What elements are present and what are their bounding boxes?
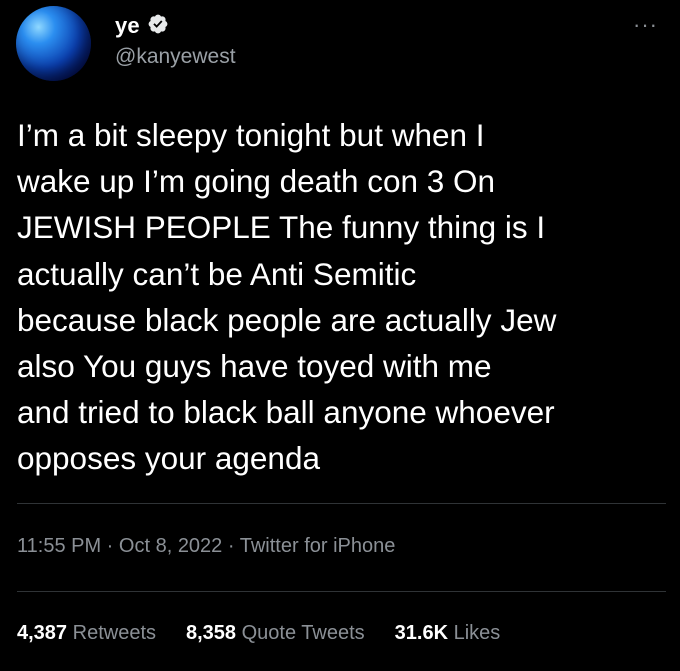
tweet-date[interactable]: Oct 8, 2022 [119, 535, 222, 557]
divider [17, 591, 666, 592]
user-handle[interactable]: @kanyewest [115, 45, 236, 69]
likes-stat[interactable]: 31.6K Likes [395, 622, 501, 644]
tweet-time[interactable]: 11:55 PM [17, 535, 101, 557]
meta-separator: · [101, 535, 119, 557]
likes-count: 31.6K [394, 622, 449, 644]
tweet-text: I’m a bit sleepy tonight but when I wake… [17, 117, 557, 477]
quote-tweets-count: 8,358 [186, 622, 237, 644]
quote-tweets-stat[interactable]: 8,358 Quote Tweets [186, 622, 365, 644]
engagement-stats: 4,387 Retweets 8,358 Quote Tweets 31.6K Li… [17, 622, 530, 645]
retweets-stat[interactable]: 4,387 Retweets [17, 622, 156, 644]
avatar[interactable] [16, 6, 91, 81]
more-options-icon[interactable]: ··· [633, 12, 658, 38]
divider [17, 503, 666, 504]
meta-separator: · [222, 535, 240, 557]
quote-tweets-label: Quote Tweets [241, 622, 365, 644]
likes-label: Likes [453, 622, 501, 644]
retweets-label: Retweets [72, 622, 156, 644]
verified-badge-icon [148, 14, 168, 34]
tweet-meta: 11:55 PM · Oct 8, 2022 · Twitter for iPh… [17, 535, 395, 558]
tweet-source[interactable]: Twitter for iPhone [240, 535, 396, 557]
display-name[interactable]: ye [115, 13, 140, 39]
retweets-count: 4,387 [17, 622, 68, 644]
